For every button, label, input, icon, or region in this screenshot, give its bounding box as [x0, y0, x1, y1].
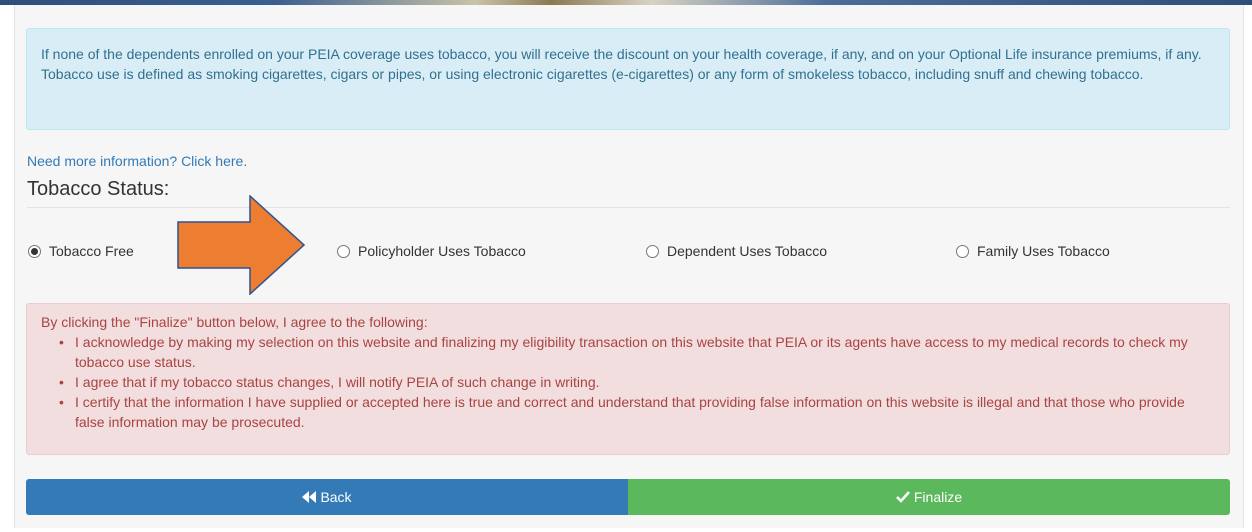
radio-button-icon[interactable] — [337, 244, 350, 258]
back-button-label: Back — [320, 489, 352, 505]
radio-policyholder-uses-tobacco[interactable]: Policyholder Uses Tobacco — [337, 241, 526, 261]
info-alert-text: If none of the dependents enrolled on yo… — [41, 46, 1202, 82]
agreement-item: I acknowledge by making my selection on … — [59, 332, 1215, 372]
finalize-button-label: Finalize — [913, 489, 963, 505]
agreement-item: I certify that the information I have su… — [59, 392, 1215, 432]
radio-button-icon[interactable] — [646, 244, 659, 258]
agreement-item: I agree that if my tobacco status change… — [59, 372, 1215, 392]
radio-label: Tobacco Free — [49, 243, 134, 259]
tobacco-info-alert: If none of the dependents enrolled on yo… — [26, 28, 1230, 130]
checkmark-icon — [895, 491, 910, 503]
agreement-alert: By clicking the "Finalize" button below,… — [26, 303, 1230, 455]
radio-button-icon[interactable] — [956, 244, 969, 258]
radio-dependent-uses-tobacco[interactable]: Dependent Uses Tobacco — [646, 241, 827, 261]
radio-family-uses-tobacco[interactable]: Family Uses Tobacco — [956, 241, 1110, 261]
finalize-button[interactable]: Finalize — [628, 479, 1230, 515]
radio-button-icon[interactable] — [28, 244, 41, 258]
orange-arrow-icon — [177, 195, 305, 295]
more-information-link[interactable]: Need more information? Click here. — [27, 153, 247, 169]
radio-label: Policyholder Uses Tobacco — [358, 243, 526, 259]
radio-label: Dependent Uses Tobacco — [667, 243, 828, 259]
back-button[interactable]: Back — [26, 479, 628, 515]
fast-backward-icon — [302, 491, 317, 503]
radio-label: Family Uses Tobacco — [977, 243, 1110, 259]
radio-tobacco-free[interactable]: Tobacco Free — [28, 241, 134, 261]
tobacco-status-heading: Tobacco Status: — [27, 178, 170, 200]
agreement-list: I acknowledge by making my selection on … — [59, 332, 1215, 432]
agreement-intro: By clicking the "Finalize" button below,… — [41, 314, 428, 330]
